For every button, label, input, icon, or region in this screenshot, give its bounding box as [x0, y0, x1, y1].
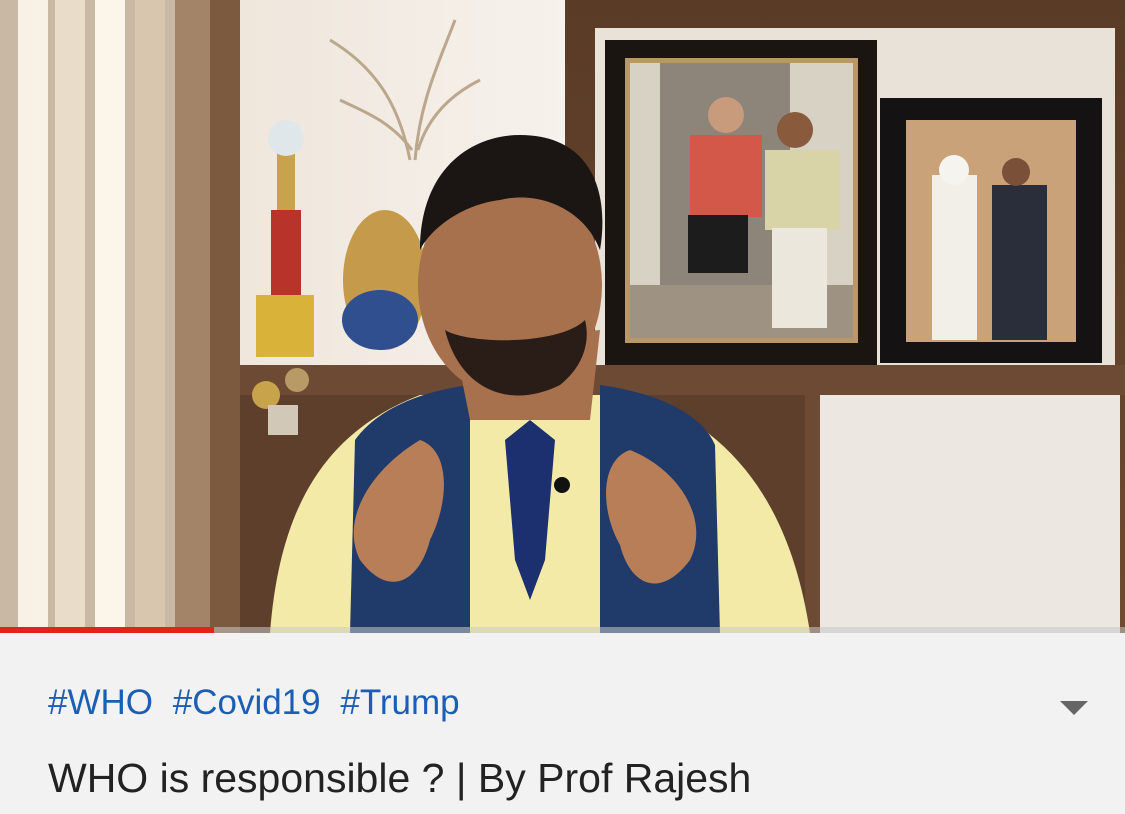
video-player[interactable]	[0, 0, 1125, 633]
expand-description-button[interactable]	[1050, 691, 1098, 723]
hashtag-row: #WHO #Covid19 #Trump	[48, 683, 470, 723]
video-title: WHO is responsible ? | By Prof Rajesh	[48, 755, 752, 801]
video-frame	[0, 0, 1125, 633]
hashtag-link[interactable]: #Trump	[340, 683, 459, 722]
video-details: #WHO #Covid19 #Trump WHO is responsible …	[0, 633, 1125, 814]
hashtag-link[interactable]: #Covid19	[173, 683, 321, 722]
chevron-down-icon	[1060, 701, 1088, 715]
hashtag-link[interactable]: #WHO	[48, 683, 153, 722]
